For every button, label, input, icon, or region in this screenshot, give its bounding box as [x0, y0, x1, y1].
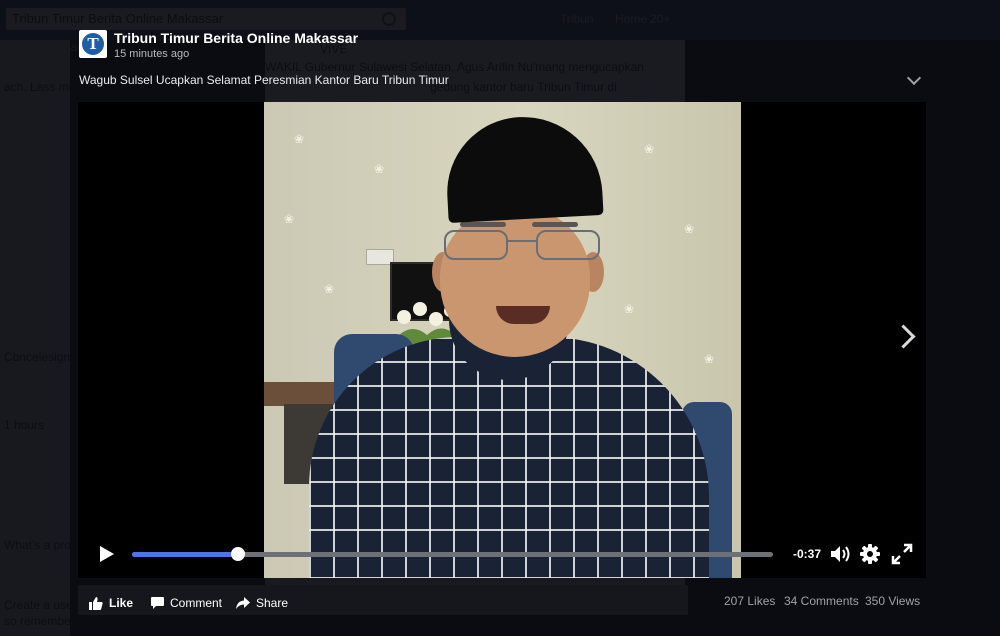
like-label: Like — [109, 596, 134, 610]
wallpaper-pattern: ❀ — [324, 282, 335, 296]
share-label: Share — [256, 596, 289, 610]
lens-left — [444, 230, 508, 260]
views-count: 350 Views — [865, 594, 921, 608]
post-timestamp[interactable]: 15 minutes ago — [114, 48, 189, 60]
wallpaper-pattern: ❀ — [624, 302, 635, 316]
comments-count[interactable]: 34 Comments — [784, 594, 859, 608]
video-frame: ❀ ❀ ❀ ❀ ❀ ❀ ❀ ❀ — [264, 102, 741, 578]
share-button[interactable]: Share — [236, 596, 288, 610]
wallpaper-pattern: ❀ — [374, 162, 385, 176]
fullscreen-icon[interactable] — [891, 543, 913, 565]
page-logo[interactable]: T — [79, 30, 107, 58]
wallpaper-pattern: ❀ — [704, 352, 715, 366]
share-icon — [236, 597, 250, 609]
glasses-bridge — [506, 240, 536, 242]
wallpaper-pattern: ❀ — [644, 142, 655, 156]
play-icon[interactable] — [100, 546, 114, 562]
comment-label: Comment — [170, 596, 223, 610]
eyebrow-right — [532, 222, 578, 227]
comment-icon — [151, 597, 164, 609]
video-player[interactable]: ❀ ❀ ❀ ❀ ❀ ❀ ❀ ❀ — [78, 102, 926, 578]
comment-button[interactable]: Comment — [151, 596, 222, 610]
likes-count[interactable]: 207 Likes — [724, 594, 775, 608]
progress-played — [132, 552, 238, 557]
like-button[interactable]: Like — [89, 596, 133, 610]
volume-icon[interactable] — [830, 545, 852, 563]
eyeglasses — [444, 230, 602, 260]
wallpaper-pattern: ❀ — [294, 132, 305, 146]
progress-track[interactable] — [132, 547, 773, 561]
wallpaper-pattern: ❀ — [684, 222, 695, 236]
lens-right — [536, 230, 600, 260]
like-icon — [89, 596, 103, 610]
eyebrow-left — [460, 222, 506, 227]
progress-handle[interactable] — [230, 547, 245, 561]
wallpaper-pattern: ❀ — [284, 212, 295, 226]
post-caption: Wagub Sulsel Ucapkan Selamat Peresmian K… — [79, 73, 449, 87]
logo-letter: T — [82, 33, 104, 55]
time-remaining: -0:37 — [793, 547, 822, 561]
settings-icon[interactable] — [860, 544, 880, 564]
page-name-link[interactable]: Tribun Timur Berita Online Makassar — [114, 30, 358, 46]
